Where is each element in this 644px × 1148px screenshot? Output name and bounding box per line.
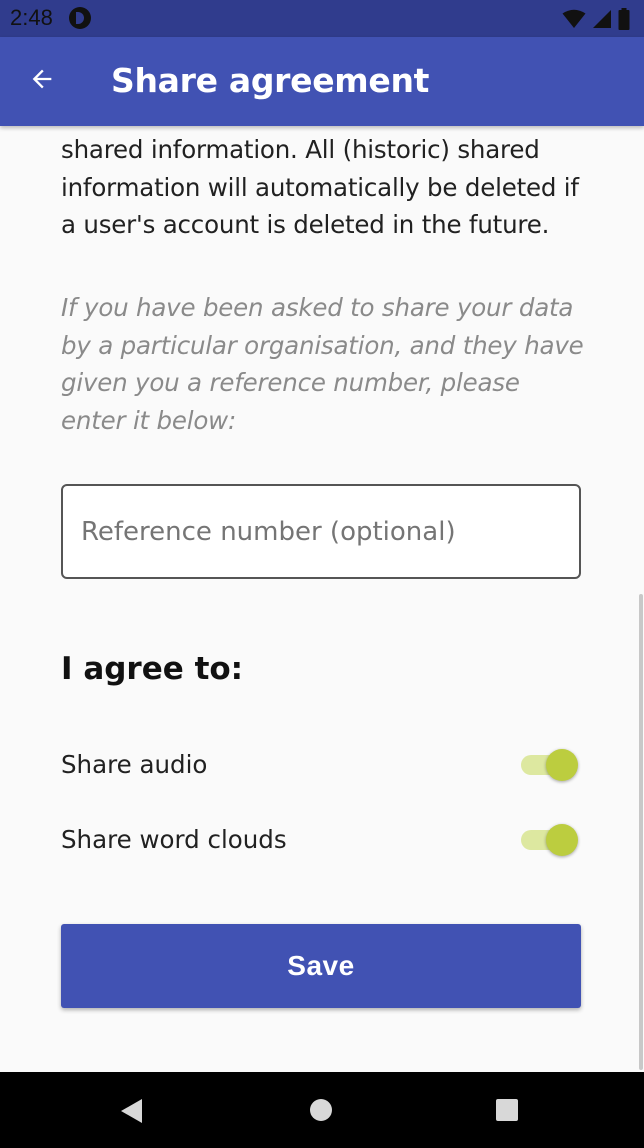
status-time: 2:48 [10, 5, 53, 30]
page-title: Share agreement [111, 61, 430, 100]
reference-number-input[interactable] [81, 486, 561, 577]
share-audio-row[interactable]: Share audio [61, 739, 581, 789]
status-bar: 2:48 [0, 0, 644, 37]
wifi-icon [562, 9, 586, 29]
arrow-back-icon [28, 65, 56, 98]
status-icons [562, 7, 630, 31]
switch-thumb [546, 824, 578, 856]
share-audio-switch[interactable] [521, 744, 581, 784]
nav-back-icon[interactable] [120, 1098, 144, 1129]
nav-home-icon[interactable] [309, 1098, 333, 1127]
save-button[interactable]: Save [61, 924, 581, 1008]
deletion-info-text: shared information. All (historic) share… [61, 135, 579, 239]
app-notification-icon [69, 7, 91, 29]
share-word-clouds-label: Share word clouds [61, 824, 287, 854]
share-word-clouds-row[interactable]: Share word clouds [61, 814, 581, 864]
agree-heading: I agree to: [61, 651, 244, 687]
signal-icon [592, 9, 612, 29]
system-nav-bar [0, 1072, 644, 1148]
reference-hint-text: If you have been asked to share your dat… [61, 293, 584, 435]
scroll-content[interactable]: shared information. All (historic) share… [0, 126, 644, 1072]
nav-recents-icon[interactable] [495, 1098, 519, 1127]
scrollbar[interactable] [639, 594, 643, 1070]
battery-icon [618, 8, 630, 30]
share-audio-label: Share audio [61, 749, 208, 779]
reference-number-field[interactable] [61, 484, 581, 579]
back-button[interactable] [22, 61, 62, 101]
share-agreement-screen: 2:48 Share agreement shared information.… [0, 0, 644, 1148]
share-word-clouds-switch[interactable] [521, 819, 581, 859]
switch-thumb [546, 749, 578, 781]
app-bar: Share agreement [0, 37, 644, 126]
